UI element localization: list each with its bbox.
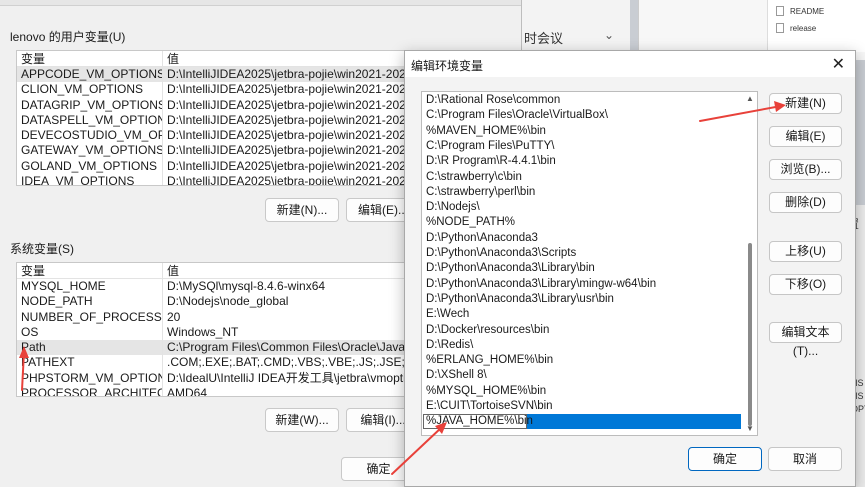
close-icon[interactable]: ✕ [832, 54, 845, 74]
vertical-scrollbar[interactable]: ▲ ▼ [744, 93, 756, 434]
var-name-cell: PATHEXT [17, 355, 163, 371]
path-list-item[interactable]: D:\Python\Anaconda3\Library\usr\bin [426, 292, 614, 307]
path-edit-input[interactable]: %JAVA_HOME%\bin [423, 414, 533, 429]
file-icon [776, 23, 784, 33]
system-new-button[interactable]: 新建(W)... [265, 408, 339, 432]
path-list-item[interactable]: D:\Redis\ [426, 338, 473, 353]
move-up-button[interactable]: 上移(U) [769, 241, 842, 262]
background-meeting-text: 时会议 [524, 31, 564, 46]
path-list-item[interactable]: %ERLANG_HOME%\bin [426, 353, 553, 368]
var-name-cell: PROCESSOR_ARCHITECTURE [17, 386, 163, 396]
var-name-cell: CLION_VM_OPTIONS [17, 82, 163, 98]
path-list-item[interactable]: D:\Python\Anaconda3\Library\mingw-w64\bi… [426, 277, 656, 292]
new-button[interactable]: 新建(N) [769, 93, 842, 114]
path-list-item[interactable]: E:\CUIT\TortoiseSVN\bin [426, 399, 553, 414]
path-list[interactable]: %JAVA_HOME%\bin D:\Rational Rose\common C… [421, 91, 758, 436]
path-list-item[interactable]: C:\Program Files\Oracle\VirtualBox\ [426, 108, 608, 123]
var-name-cell: GOLAND_VM_OPTIONS [17, 158, 163, 175]
delete-button[interactable]: 删除(D) [769, 192, 842, 213]
col-header-name[interactable]: 变量 [17, 51, 163, 66]
path-list-item[interactable]: C:\strawberry\c\bin [426, 170, 522, 185]
var-name-cell: GATEWAY_VM_OPTIONS [17, 143, 163, 159]
path-list-item[interactable]: C:\strawberry\perl\bin [426, 185, 535, 200]
user-vars-label: lenovo 的用户变量(U) [10, 30, 126, 44]
path-list-item[interactable]: D:\Nodejs\ [426, 200, 480, 215]
path-list-item[interactable]: %MAVEN_HOME%\bin [426, 124, 546, 139]
edit-env-var-dialog: 编辑环境变量 ✕ %JAVA_HOME%\bin D:\Rational Ros… [404, 50, 856, 487]
col-header-name[interactable]: 变量 [17, 263, 163, 278]
edit-button[interactable]: 编辑(E) [769, 126, 842, 147]
file-icon [776, 6, 784, 16]
path-list-item[interactable]: D:\Python\Anaconda3\Library\bin [426, 261, 595, 276]
file-item: release [776, 23, 816, 33]
path-list-item[interactable]: %MYSQL_HOME%\bin [426, 384, 546, 399]
var-name-cell: OS [17, 324, 163, 341]
path-list-item[interactable]: E:\Wech [426, 307, 469, 322]
scroll-up-icon[interactable]: ▲ [746, 94, 754, 103]
dialog-cancel-button[interactable]: 取消 [768, 447, 842, 471]
path-list-item[interactable]: D:\R Program\R-4.4.1\bin [426, 154, 556, 169]
window-title-bar [0, 0, 521, 6]
var-name-cell: MYSQL_HOME [17, 279, 163, 295]
path-list-item[interactable]: D:\Python\Anaconda3\Scripts [426, 246, 576, 261]
path-list-item[interactable]: D:\XShell 8\ [426, 368, 487, 383]
path-list-item[interactable]: %NODE_PATH% [426, 215, 515, 230]
path-list-item[interactable]: D:\Python\Anaconda3 [426, 231, 538, 246]
browse-button[interactable]: 浏览(B)... [769, 159, 842, 180]
var-name-cell: PHPSTORM_VM_OPTIONS [17, 370, 163, 387]
move-down-button[interactable]: 下移(O) [769, 274, 842, 295]
var-name-cell: IDEA_VM_OPTIONS [17, 174, 163, 185]
scrollbar-thumb[interactable] [748, 243, 752, 426]
user-new-button[interactable]: 新建(N)... [265, 198, 339, 222]
var-name-cell: NODE_PATH [17, 294, 163, 310]
var-name-cell: DEVECOSTUDIO_VM_OPTIO... [17, 128, 163, 144]
var-name-cell: Path [17, 340, 163, 356]
var-name-cell: NUMBER_OF_PROCESSORS [17, 309, 163, 325]
system-vars-label: 系统变量(S) [10, 242, 74, 256]
var-name-cell: APPCODE_VM_OPTIONS [17, 67, 163, 83]
var-name-cell: DATASPELL_VM_OPTIONS [17, 112, 163, 129]
path-list-item[interactable]: D:\Docker\resources\bin [426, 323, 549, 338]
chevron-down-icon: ⌄ [603, 28, 614, 42]
scroll-down-icon[interactable]: ▼ [746, 424, 754, 433]
dialog-ok-button[interactable]: 确定 [688, 447, 762, 471]
path-list-item[interactable]: D:\Rational Rose\common [426, 93, 560, 108]
edit-text-button[interactable]: 编辑文本(T)... [769, 322, 842, 358]
dialog-title: 编辑环境变量 [411, 59, 484, 73]
path-list-item[interactable]: C:\Program Files\PuTTY\ [426, 139, 554, 154]
dialog-title-bar: 编辑环境变量 ✕ [405, 51, 855, 77]
var-name-cell: DATAGRIP_VM_OPTIONS [17, 97, 163, 113]
file-item: README [776, 6, 824, 16]
